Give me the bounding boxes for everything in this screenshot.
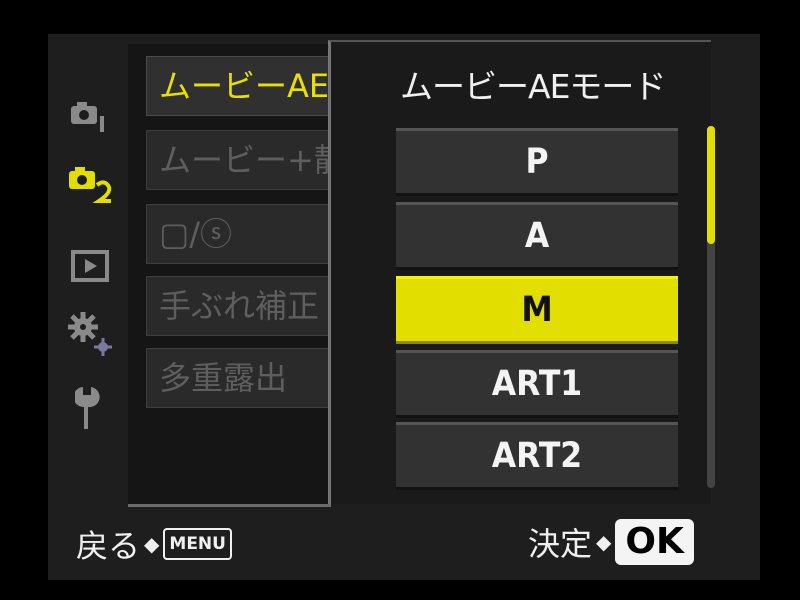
menu-item-movie-ae[interactable]: ムービーAE [146, 56, 332, 116]
tab-shooting-1[interactable] [58, 86, 122, 146]
menu-item-multiple-exposure[interactable]: 多重露出 [146, 348, 332, 408]
arrow-right-icon: ◆ [596, 530, 612, 554]
popup-scrollbar[interactable] [707, 126, 715, 488]
tab-playback[interactable] [58, 236, 122, 296]
menu-item-drive-selftimer[interactable]: ▢/ⓢ [146, 204, 332, 264]
shooting-menu-2: ムービーAE ムービー+静止 ▢/ⓢ 手ぶれ補正 多重露出 [128, 44, 332, 507]
option-m[interactable]: M [396, 276, 678, 344]
setup-wrench-icon [75, 387, 100, 429]
option-a[interactable]: A [396, 202, 678, 270]
scrollbar-thumb[interactable] [707, 126, 715, 244]
custom-gear-icon [68, 312, 112, 356]
tab-shooting-2[interactable] [58, 156, 122, 216]
playback-icon [71, 250, 109, 282]
menu-button-icon: MENU [163, 528, 232, 560]
option-p[interactable]: P [396, 128, 678, 196]
option-art2[interactable]: ART2 [396, 422, 678, 490]
confirm-label: 決定 [528, 525, 593, 563]
camera2-icon [69, 167, 112, 203]
back-label: 戻る [76, 527, 141, 565]
menu-item-image-stabilizer[interactable]: 手ぶれ補正 [146, 276, 332, 336]
option-art1[interactable]: ART1 [396, 350, 678, 418]
ok-button-icon: OK [615, 519, 694, 565]
confirm-hint[interactable]: 決定 ◆ OK [528, 516, 694, 568]
tab-custom[interactable] [58, 304, 122, 364]
menu-item-movie-still[interactable]: ムービー+静止 [146, 130, 332, 190]
menu-tabs [58, 86, 122, 466]
tab-setup[interactable] [58, 378, 122, 438]
popup-title: ムービーAEモード [400, 67, 666, 106]
camera1-icon [71, 102, 104, 132]
arrow-right-icon: ◆ [144, 532, 160, 556]
back-hint[interactable]: 戻る ◆ MENU [76, 522, 232, 566]
